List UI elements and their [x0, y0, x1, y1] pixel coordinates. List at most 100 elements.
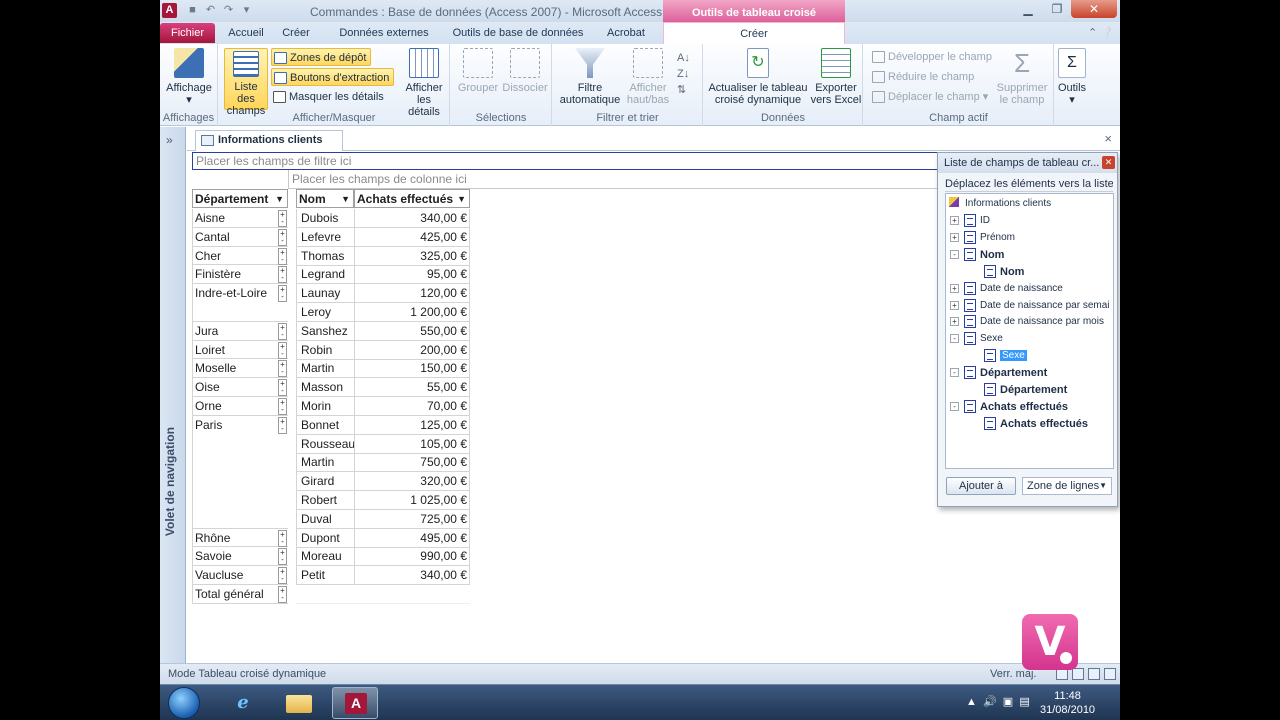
- start-button[interactable]: [168, 687, 200, 719]
- design-view-icon[interactable]: [1088, 668, 1100, 680]
- maximize-button[interactable]: ❐: [1044, 0, 1070, 18]
- expand-collapse-icon[interactable]: + -: [278, 228, 287, 246]
- chart-view-icon[interactable]: [1072, 668, 1084, 680]
- access-app-icon[interactable]: A: [162, 3, 177, 18]
- expand-collapse-icon[interactable]: + -: [278, 586, 287, 603]
- row-achats[interactable]: 495,00 €: [354, 528, 470, 548]
- row-achats[interactable]: 120,00 €: [354, 284, 470, 304]
- expand-collapse-icon[interactable]: + -: [278, 416, 287, 434]
- header-nom[interactable]: Nom ▼: [296, 189, 354, 208]
- row-departement[interactable]: Cantal: [192, 227, 288, 247]
- grouper-button[interactable]: Grouper: [455, 48, 501, 94]
- expand-collapse-icon[interactable]: + -: [278, 567, 287, 585]
- row-departement[interactable]: Vaucluse: [192, 566, 288, 585]
- expand-collapse-icon[interactable]: + -: [278, 529, 287, 547]
- expand-icon[interactable]: +: [950, 283, 959, 293]
- supprimer-champ-button[interactable]: Σ Supprimer le champ: [992, 48, 1052, 106]
- row-nom[interactable]: Rousseau: [296, 434, 354, 454]
- expand-collapse-icon[interactable]: + -: [278, 322, 287, 340]
- row-achats[interactable]: 340,00 €: [354, 566, 470, 586]
- nav-pane-toggle-icon[interactable]: »: [166, 133, 173, 147]
- developper-champ-button[interactable]: Développer le champ: [870, 48, 992, 66]
- row-achats[interactable]: 105,00 €: [354, 434, 470, 454]
- row-nom[interactable]: Bonnet: [296, 415, 354, 435]
- row-achats[interactable]: 70,00 €: [354, 397, 470, 416]
- tree-field-item[interactable]: Nom: [1000, 264, 1024, 280]
- row-departement[interactable]: Aisne: [192, 209, 288, 228]
- row-achats[interactable]: 325,00 €: [354, 246, 470, 266]
- collapse-icon[interactable]: -: [950, 401, 959, 411]
- row-departement[interactable]: Finistère: [192, 265, 288, 285]
- header-achats[interactable]: Achats effectués ▼: [354, 189, 470, 208]
- reduire-champ-button[interactable]: Réduire le champ: [870, 68, 974, 86]
- tree-field-item[interactable]: Département: [980, 365, 1047, 381]
- row-achats[interactable]: 95,00 €: [354, 265, 470, 285]
- row-departement[interactable]: Cher: [192, 246, 288, 266]
- row-departement[interactable]: Oise: [192, 378, 288, 397]
- sql-view-icon[interactable]: [1104, 668, 1116, 680]
- row-departement[interactable]: Paris: [192, 415, 288, 529]
- expand-collapse-icon[interactable]: + -: [278, 266, 287, 284]
- clock[interactable]: 11:48 31/08/2010: [1040, 689, 1095, 717]
- tree-field-item[interactable]: Sexe: [980, 331, 1003, 347]
- field-list-title[interactable]: Liste de champs de tableau cr...: [938, 153, 1117, 173]
- tree-field-item[interactable]: Date de naissance par mois: [980, 314, 1104, 330]
- liste-des-champs-button[interactable]: Liste des champs: [224, 48, 268, 117]
- row-nom[interactable]: Petit: [296, 566, 354, 586]
- tree-field-item[interactable]: Achats effectués: [1000, 416, 1088, 432]
- row-nom[interactable]: Dupont: [296, 528, 354, 548]
- actualiser-button[interactable]: ↻ Actualiser le tableau croisé dynamique: [706, 48, 810, 106]
- tab-creer-pivot[interactable]: Créer: [663, 22, 845, 44]
- tab-creer[interactable]: Créer: [278, 25, 314, 44]
- field-list-close-icon[interactable]: ✕: [1102, 156, 1115, 169]
- row-achats[interactable]: 990,00 €: [354, 547, 470, 567]
- tree-field-item[interactable]: Département: [1000, 382, 1067, 398]
- row-nom[interactable]: Martin: [296, 359, 354, 379]
- row-nom[interactable]: Martin: [296, 453, 354, 473]
- row-achats[interactable]: 320,00 €: [354, 472, 470, 492]
- outils-button[interactable]: Σ Outils ▾: [1055, 48, 1089, 106]
- tab-outils-base-de-donnees[interactable]: Outils de base de données: [450, 25, 586, 44]
- row-achats[interactable]: 55,00 €: [354, 378, 470, 398]
- header-departement[interactable]: Département ▼: [192, 189, 288, 208]
- row-achats[interactable]: 340,00 €: [354, 209, 470, 228]
- expand-collapse-icon[interactable]: + -: [278, 341, 287, 359]
- row-nom[interactable]: Leroy: [296, 303, 354, 322]
- row-achats[interactable]: 725,00 €: [354, 509, 470, 529]
- expand-icon[interactable]: +: [950, 216, 959, 225]
- document-close-icon[interactable]: ×: [1104, 131, 1112, 146]
- explorer-icon[interactable]: [276, 687, 322, 719]
- row-nom[interactable]: Launay: [296, 284, 354, 304]
- row-nom[interactable]: Girard: [296, 472, 354, 492]
- row-nom[interactable]: Legrand: [296, 265, 354, 285]
- expand-icon[interactable]: +: [950, 300, 959, 310]
- expand-collapse-icon[interactable]: + -: [278, 398, 287, 415]
- row-achats[interactable]: 1 025,00 €: [354, 491, 470, 510]
- row-departement[interactable]: Loiret: [192, 340, 288, 360]
- internet-explorer-icon[interactable]: e: [220, 687, 266, 719]
- minimize-button[interactable]: ▁: [1014, 0, 1042, 18]
- row-nom[interactable]: Sanshez: [296, 321, 354, 341]
- exporter-excel-button[interactable]: Exporter vers Excel: [810, 48, 862, 106]
- system-tray[interactable]: ▲ 🔊 ▣ ▤: [966, 695, 1030, 708]
- tab-acrobat[interactable]: Acrobat: [600, 25, 652, 44]
- save-icon[interactable]: ■: [186, 4, 199, 17]
- tab-donnees-externes[interactable]: Données externes: [336, 25, 432, 44]
- expand-collapse-icon[interactable]: + -: [278, 210, 287, 227]
- row-departement[interactable]: Indre-et-Loire: [192, 284, 288, 322]
- row-nom[interactable]: Moreau: [296, 547, 354, 567]
- dissocier-button[interactable]: Dissocier: [501, 48, 549, 94]
- row-departement[interactable]: Orne: [192, 397, 288, 416]
- document-tab[interactable]: Informations clients: [195, 130, 343, 151]
- row-nom[interactable]: Dubois: [296, 209, 354, 228]
- ajouter-a-button[interactable]: Ajouter à: [946, 477, 1016, 495]
- sort-icons[interactable]: A↓ Z↓ ⇅: [677, 50, 690, 98]
- qat-dropdown-icon[interactable]: ▾: [240, 4, 253, 17]
- tree-field-item[interactable]: Sexe: [1000, 348, 1027, 364]
- expand-collapse-icon[interactable]: + -: [278, 548, 287, 566]
- affichage-button[interactable]: Affichage ▾: [164, 48, 214, 106]
- zones-de-depot-button[interactable]: Zones de dépôt: [271, 48, 372, 66]
- tree-field-item[interactable]: Prénom: [980, 230, 1015, 246]
- expand-icon[interactable]: +: [950, 317, 959, 327]
- row-achats[interactable]: 200,00 €: [354, 340, 470, 360]
